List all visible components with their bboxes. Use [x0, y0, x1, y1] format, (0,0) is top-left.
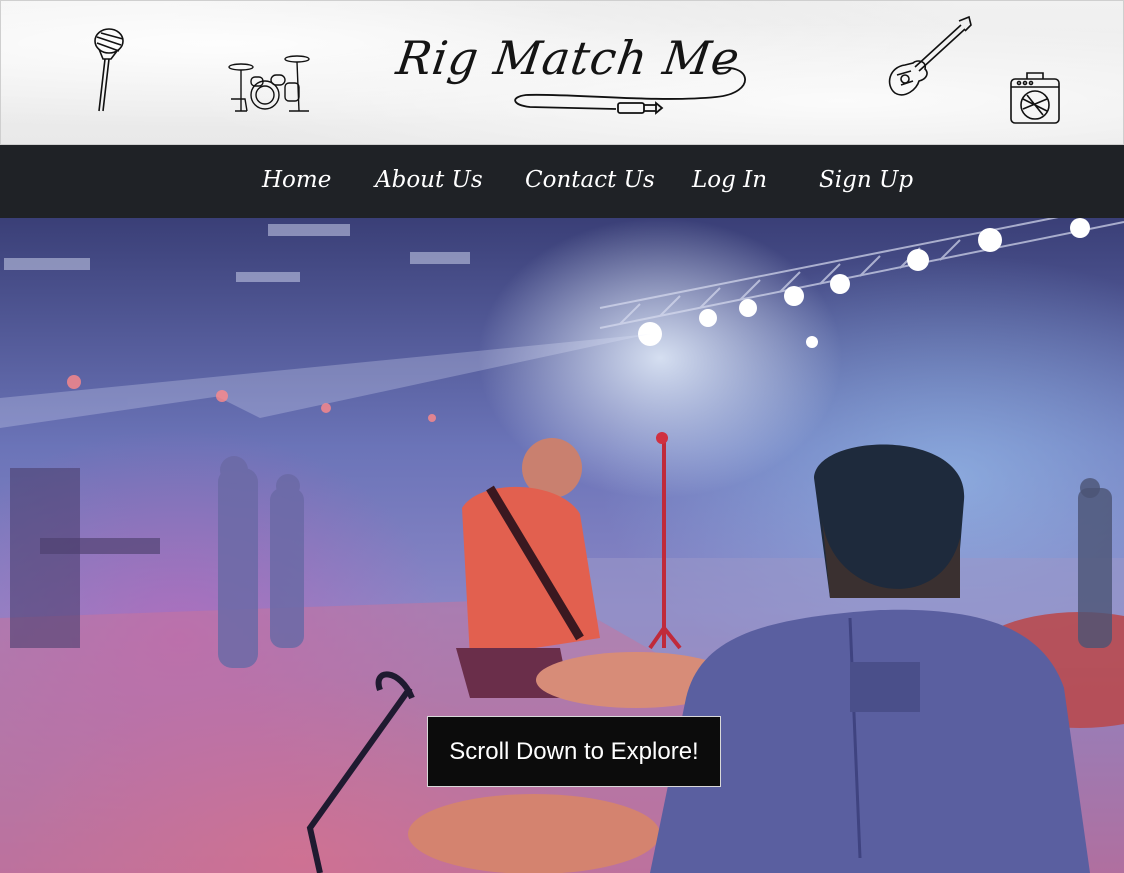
guitar-icon: [888, 15, 972, 96]
hero-section: Scroll Down to Explore!: [0, 218, 1124, 873]
nav-link-home[interactable]: Home: [262, 167, 331, 193]
site-banner: Rig Match Me: [0, 0, 1124, 145]
nav-link-contact-us[interactable]: Contact Us: [525, 167, 655, 193]
main-nav: Home About Us Contact Us Log In Sign Up: [0, 145, 1124, 218]
nav-link-sign-up[interactable]: Sign Up: [819, 167, 913, 193]
scroll-down-button[interactable]: Scroll Down to Explore!: [427, 716, 721, 787]
nav-link-log-in[interactable]: Log In: [692, 167, 767, 193]
nav-link-about-us[interactable]: About Us: [375, 167, 483, 193]
amplifier-icon: [1010, 72, 1060, 124]
drum-kit-icon: [228, 55, 310, 112]
microphone-icon: [94, 28, 124, 112]
cable-icon: [514, 66, 746, 115]
